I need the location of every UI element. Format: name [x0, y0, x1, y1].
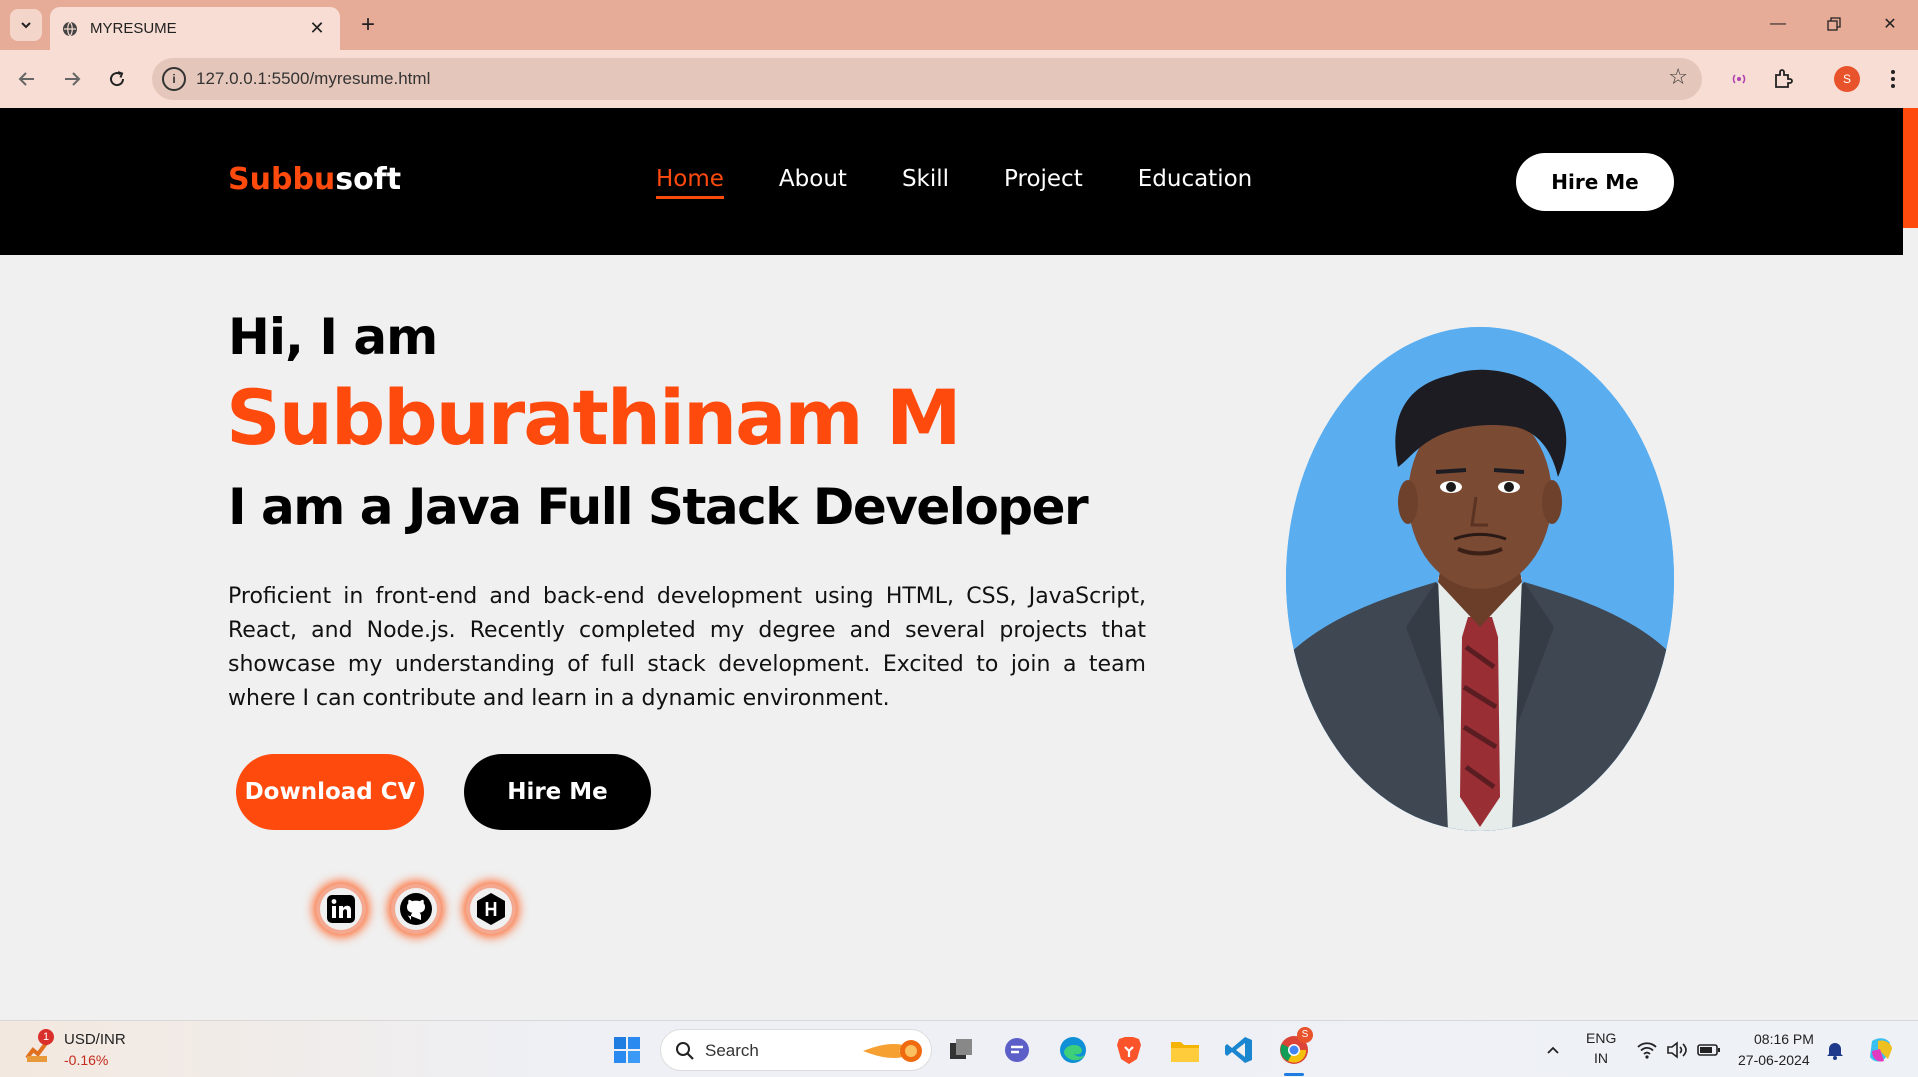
linkedin-icon-wrap — [320, 888, 362, 930]
notification-bell-icon[interactable] — [1816, 1031, 1854, 1069]
browser-tab-strip: MYRESUME ✕ + — ✕ — [0, 0, 1918, 50]
tab-search-button[interactable] — [10, 9, 42, 41]
profile-portrait-illustration — [1286, 327, 1674, 831]
close-tab-icon[interactable]: ✕ — [306, 18, 328, 39]
hero-bio: Proficient in front-end and back-end dev… — [228, 584, 1146, 711]
logo-part-accent: Subbu — [228, 162, 336, 197]
ticker-change: -0.16% — [64, 1052, 109, 1068]
search-placeholder: Search — [705, 1041, 759, 1060]
clock-time[interactable]: 08:16 PM — [1754, 1031, 1814, 1047]
reload-icon — [110, 71, 125, 87]
extensions-icon[interactable] — [1766, 62, 1800, 96]
github-icon-wrap — [395, 888, 437, 930]
search-icon — [676, 1042, 694, 1060]
reload-button[interactable] — [100, 62, 134, 96]
new-tab-button[interactable]: + — [352, 9, 384, 41]
hire-me-button[interactable]: Hire Me — [464, 754, 651, 830]
nav-skill[interactable]: Skill — [902, 166, 949, 199]
chevron-down-icon — [21, 22, 31, 29]
nav-project[interactable]: Project — [1004, 166, 1083, 199]
file-explorer-icon[interactable] — [1166, 1031, 1204, 1069]
github-link[interactable] — [391, 884, 441, 934]
task-view-icon[interactable] — [942, 1031, 980, 1069]
scrollbar-thumb[interactable] — [1903, 108, 1918, 228]
arrow-left-icon — [18, 72, 34, 86]
copilot-icon[interactable] — [1862, 1031, 1900, 1069]
site-info-icon[interactable]: i — [162, 67, 186, 91]
restore-button[interactable] — [1814, 8, 1854, 40]
close-window-button[interactable]: ✕ — [1870, 8, 1910, 40]
bookmark-star-icon[interactable]: ☆ — [1668, 65, 1688, 90]
restore-icon — [1827, 17, 1841, 31]
globe-icon — [63, 21, 77, 36]
linkedin-icon — [327, 895, 355, 923]
ticker-name[interactable]: USD/INR — [64, 1031, 126, 1048]
windows-taskbar: 1 USD/INR -0.16% Search S ENG IN 08:16 P… — [0, 1020, 1918, 1077]
edge-browser-icon[interactable] — [1054, 1031, 1092, 1069]
hero-greeting: Hi, I am — [228, 308, 438, 366]
browser-toolbar: i 127.0.0.1:5500/myresume.html ☆ S — [0, 50, 1918, 108]
logo-part-plain: soft — [335, 162, 402, 197]
nav-home[interactable]: Home — [656, 166, 724, 199]
brave-browser-icon[interactable] — [1110, 1031, 1148, 1069]
header-hire-me-button[interactable]: Hire Me — [1516, 153, 1674, 211]
page-scrollbar[interactable] — [1903, 108, 1918, 1020]
battery-icon[interactable] — [1690, 1031, 1728, 1069]
hero-role: I am a Java Full Stack Developer — [228, 478, 1089, 536]
profile-initial: S — [1834, 66, 1860, 92]
language-bottom: IN — [1594, 1050, 1608, 1066]
github-icon — [400, 893, 432, 925]
minimize-button[interactable]: — — [1758, 8, 1798, 40]
profile-photo — [1286, 327, 1674, 831]
ticker-badge: 1 — [38, 1029, 54, 1045]
site-logo[interactable]: Subbusoft — [228, 162, 401, 197]
nav-about[interactable]: About — [779, 166, 847, 199]
media-cast-icon[interactable] — [1722, 62, 1756, 96]
nav-education[interactable]: Education — [1138, 166, 1253, 199]
arrow-right-icon — [65, 72, 81, 86]
tab-title: MYRESUME — [90, 20, 177, 37]
language-top[interactable]: ENG — [1586, 1030, 1616, 1046]
url-text[interactable]: 127.0.0.1:5500/myresume.html — [196, 69, 430, 89]
hackerrank-icon — [477, 893, 505, 925]
clock-date: 27-06-2024 — [1738, 1052, 1810, 1068]
windows-start-icon[interactable] — [608, 1031, 646, 1069]
hackerrank-link[interactable] — [466, 884, 516, 934]
download-cv-button[interactable]: Download CV — [236, 754, 424, 830]
hackerrank-icon-wrap — [470, 888, 512, 930]
search-highlight-icon — [863, 1040, 922, 1062]
hero-name: Subburathinam M — [226, 373, 962, 462]
main-nav: Home About Skill Project Education — [656, 166, 1307, 199]
forward-button[interactable] — [55, 62, 89, 96]
vscode-icon[interactable] — [1220, 1031, 1258, 1069]
active-app-indicator — [1284, 1073, 1304, 1076]
linkedin-link[interactable] — [316, 884, 366, 934]
browser-tab[interactable]: MYRESUME ✕ — [50, 7, 340, 50]
address-bar[interactable]: i 127.0.0.1:5500/myresume.html ☆ — [152, 58, 1702, 100]
back-button[interactable] — [10, 62, 44, 96]
chrome-profile-badge: S — [1297, 1027, 1313, 1043]
profile-avatar[interactable]: S — [1830, 62, 1864, 96]
taskbar-search[interactable]: Search — [660, 1029, 932, 1071]
site-header: Subbusoft Home About Skill Project Educa… — [0, 108, 1903, 255]
teams-chat-icon[interactable] — [998, 1031, 1036, 1069]
page-viewport: Subbusoft Home About Skill Project Educa… — [0, 108, 1903, 1020]
chevron-up-icon[interactable] — [1534, 1031, 1572, 1069]
browser-menu-icon[interactable] — [1876, 62, 1910, 96]
